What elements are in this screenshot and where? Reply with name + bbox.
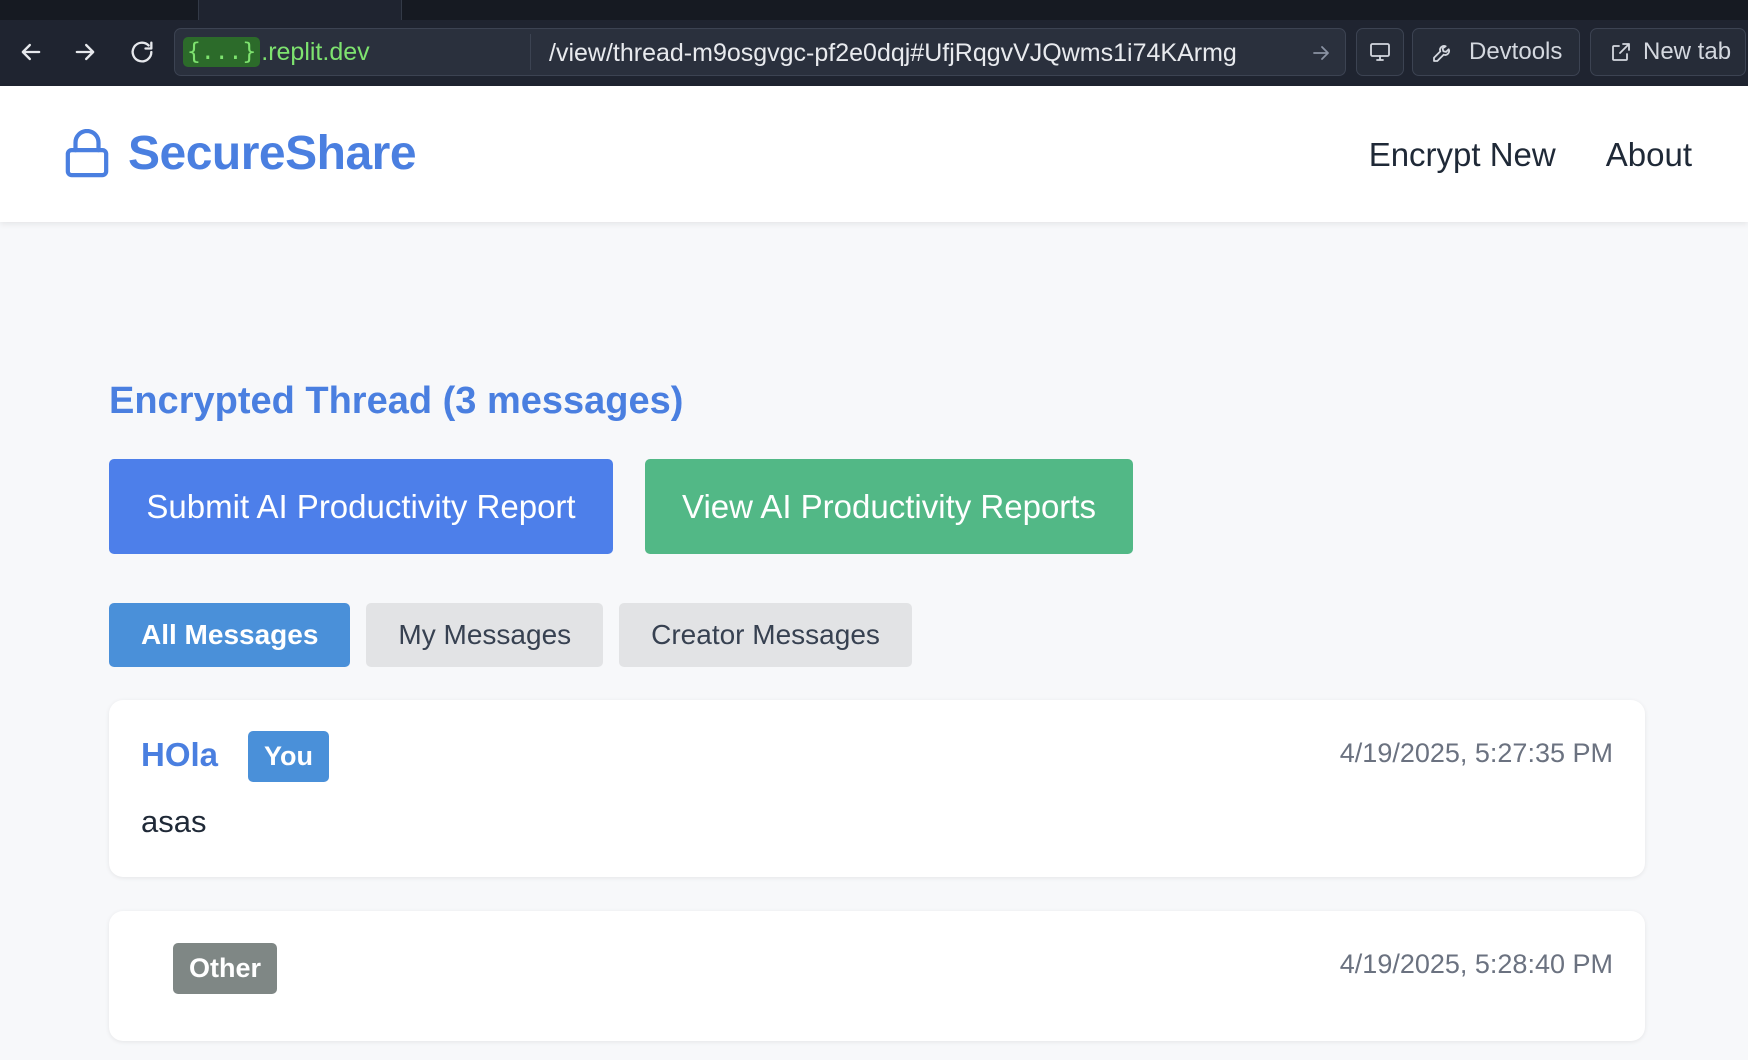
url-host: {...} .replit.dev bbox=[183, 34, 531, 70]
top-nav: Encrypt New About bbox=[1369, 136, 1692, 174]
browser-chrome: {...} .replit.dev /view/thread-m9osgvgc-… bbox=[0, 0, 1748, 86]
message-filter-tabs: All Messages My Messages Creator Message… bbox=[109, 603, 912, 667]
browser-tab[interactable] bbox=[198, 0, 402, 20]
screen-preview-button[interactable] bbox=[1356, 28, 1404, 76]
go-arrow-icon[interactable] bbox=[1309, 41, 1333, 65]
tab-strip bbox=[0, 0, 1748, 20]
new-tab-button[interactable]: New tab bbox=[1590, 28, 1746, 76]
forward-icon[interactable] bbox=[66, 33, 104, 71]
url-path[interactable]: /view/thread-m9osgvgc-pf2e0dqj#UfjRqgvVJ… bbox=[549, 39, 1237, 68]
message-author: HOla bbox=[141, 736, 219, 773]
external-link-icon bbox=[1612, 43, 1630, 61]
tab-all-messages[interactable]: All Messages bbox=[109, 603, 351, 667]
app-header: SecureShare Encrypt New About bbox=[0, 86, 1748, 222]
other-badge: Other bbox=[173, 943, 278, 994]
message-timestamp: 4/19/2025, 5:27:35 PM bbox=[1339, 738, 1613, 768]
tab-my-messages[interactable]: My Messages bbox=[366, 603, 604, 667]
message-body: asas bbox=[141, 804, 207, 839]
devtools-label: Devtools bbox=[1469, 38, 1563, 65]
new-tab-label: New tab bbox=[1643, 38, 1732, 65]
url-host-domain: .replit.dev bbox=[261, 37, 370, 66]
back-icon[interactable] bbox=[12, 33, 50, 71]
message-card: Other 4/19/2025, 5:28:40 PM bbox=[109, 911, 1645, 1041]
address-bar[interactable]: {...} .replit.dev /view/thread-m9osgvgc-… bbox=[174, 28, 1346, 76]
lock-icon bbox=[65, 128, 109, 177]
nav-encrypt-new[interactable]: Encrypt New bbox=[1369, 136, 1556, 174]
monitor-icon bbox=[1370, 43, 1390, 61]
submit-report-button[interactable]: Submit AI Productivity Report bbox=[109, 459, 613, 554]
brand-name: SecureShare bbox=[128, 127, 417, 180]
wrench-icon bbox=[1433, 45, 1450, 62]
brand-logo[interactable]: SecureShare bbox=[64, 126, 417, 181]
you-badge: You bbox=[248, 731, 329, 782]
tab-creator-messages[interactable]: Creator Messages bbox=[619, 603, 912, 667]
devtools-button[interactable]: Devtools bbox=[1412, 28, 1580, 76]
message-card: HOla You 4/19/2025, 5:27:35 PM asas bbox=[109, 700, 1645, 877]
page-title: Encrypted Thread (3 messages) bbox=[109, 380, 684, 422]
message-timestamp: 4/19/2025, 5:28:40 PM bbox=[1339, 949, 1613, 979]
nav-about[interactable]: About bbox=[1606, 136, 1692, 174]
view-reports-button[interactable]: View AI Productivity Reports bbox=[645, 459, 1133, 554]
url-host-badge: {...} bbox=[183, 37, 261, 67]
reload-icon[interactable] bbox=[123, 33, 161, 71]
